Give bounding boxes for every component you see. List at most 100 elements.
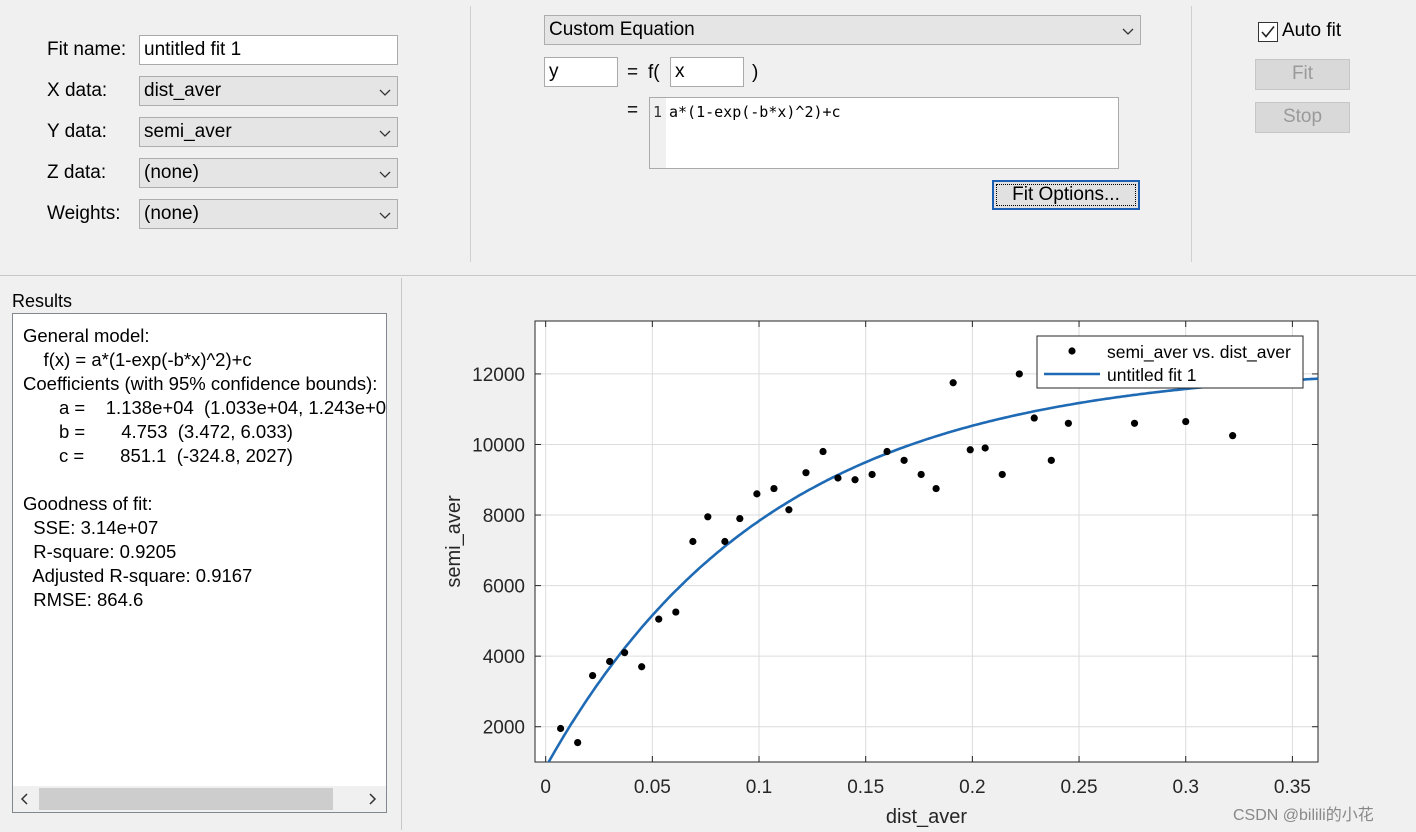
x-tick-label: 0.25: [1061, 777, 1098, 798]
result-line-gof-header: Goodness of fit:: [23, 493, 153, 514]
data-point[interactable]: [1064, 419, 1072, 427]
result-line-rmse: RMSE: 864.6: [23, 589, 144, 610]
equation-type-select[interactable]: Custom Equation: [544, 15, 1141, 45]
data-point[interactable]: [753, 490, 761, 498]
separator-right: [1191, 6, 1192, 262]
fit-button[interactable]: Fit: [1255, 59, 1350, 90]
data-point[interactable]: [785, 506, 793, 514]
chevron-down-icon: [1122, 28, 1134, 35]
x-tick-label: 0.05: [634, 777, 671, 798]
data-point[interactable]: [638, 663, 646, 671]
x-data-value: dist_aver: [144, 80, 222, 101]
result-line-adj-rsquare: Adjusted R-square: 0.9167: [23, 565, 253, 586]
data-point[interactable]: [819, 447, 827, 456]
y-tick-label: 6000: [483, 577, 525, 598]
dependent-variable-input[interactable]: y: [544, 57, 618, 87]
scroll-right-icon[interactable]: [366, 793, 378, 805]
data-point[interactable]: [1130, 419, 1139, 427]
data-point[interactable]: [917, 470, 925, 479]
data-point[interactable]: [966, 446, 974, 454]
data-point[interactable]: [1015, 370, 1023, 378]
y-data-label: Y data:: [47, 121, 107, 142]
watermark: CSDN @bilili的小花: [1233, 807, 1374, 824]
equation-expression[interactable]: a*(1-exp(-b*x)^2)+c: [669, 103, 841, 121]
x-tick-label: 0: [540, 777, 551, 798]
x-tick-label: 0.15: [847, 777, 884, 798]
x-axis-label: dist_aver: [886, 806, 967, 828]
auto-fit-label: Auto fit: [1282, 20, 1342, 41]
data-point[interactable]: [1229, 432, 1237, 440]
result-line-formula: f(x) = a*(1-exp(-b*x)^2)+c: [23, 349, 252, 370]
data-point[interactable]: [689, 537, 697, 546]
result-line-rsquare: R-square: 0.9205: [23, 541, 177, 562]
x-tick-label: 0.35: [1274, 777, 1311, 798]
data-point[interactable]: [589, 671, 597, 680]
data-point[interactable]: [557, 724, 565, 733]
data-point[interactable]: [802, 469, 810, 477]
line-number: 1: [653, 103, 663, 121]
scrollbar-thumb[interactable]: [39, 788, 333, 810]
data-point[interactable]: [932, 484, 940, 493]
legend-marker-points: [1068, 347, 1076, 355]
equation-editor[interactable]: 1 a*(1-exp(-b*x)^2)+c: [649, 97, 1119, 169]
data-point[interactable]: [868, 470, 876, 479]
independent-variable-input[interactable]: x: [670, 57, 744, 87]
data-point[interactable]: [655, 615, 663, 623]
fit-options-button[interactable]: Fit Options...: [992, 180, 1140, 210]
result-line-coefficients-header: Coefficients (with 95% confidence bounds…: [23, 373, 378, 394]
y-tick-label: 12000: [472, 365, 525, 386]
plot-panel: 0 0.05 0.1 0.15 0.2 0.25 0.3 0.35 2000 4000 6000 80…: [403, 278, 1416, 832]
data-point[interactable]: [1182, 417, 1190, 426]
result-line-coef-a: a = 1.138e+04 (1.033e+04, 1.243e+04): [23, 397, 387, 418]
result-line-coef-b: b = 4.753 (3.472, 6.033): [23, 421, 293, 442]
chevron-down-icon: [379, 171, 391, 178]
weights-select[interactable]: (none): [139, 199, 398, 229]
data-point[interactable]: [770, 484, 778, 493]
function-close-label: ): [752, 62, 759, 83]
data-point[interactable]: [981, 444, 989, 452]
x-tick-label: 0.2: [959, 777, 985, 798]
data-point[interactable]: [834, 474, 842, 482]
results-title: Results: [12, 291, 73, 311]
z-data-label: Z data:: [47, 162, 107, 183]
x-tick-label: 0.1: [746, 777, 772, 798]
data-point[interactable]: [998, 470, 1006, 479]
x-data-label: X data:: [47, 80, 108, 101]
y-tick-label: 2000: [483, 718, 525, 739]
results-text[interactable]: General model: f(x) = a*(1-exp(-b*x)^2)+…: [23, 324, 387, 784]
horizontal-scrollbar[interactable]: [13, 786, 386, 812]
y-data-select[interactable]: semi_aver: [139, 117, 398, 147]
y-data-value: semi_aver: [144, 121, 232, 142]
data-point[interactable]: [851, 476, 859, 484]
x-data-select[interactable]: dist_aver: [139, 76, 398, 106]
x-tick-label: 0.3: [1173, 777, 1199, 798]
separator-left: [470, 6, 471, 262]
y-tick-label: 10000: [472, 435, 525, 456]
data-point[interactable]: [672, 608, 680, 616]
scroll-left-icon[interactable]: [19, 793, 31, 805]
data-point[interactable]: [1030, 414, 1038, 422]
data-point[interactable]: [883, 447, 891, 456]
weights-value: (none): [144, 203, 199, 224]
legend-label-points: semi_aver vs. dist_aver: [1107, 342, 1291, 363]
separator-results-plot: [401, 278, 402, 830]
data-point[interactable]: [1047, 456, 1055, 464]
data-point[interactable]: [900, 456, 908, 464]
data-point[interactable]: [949, 379, 957, 387]
data-point[interactable]: [621, 649, 629, 657]
data-point[interactable]: [721, 537, 729, 546]
panel-divider: [0, 275, 1416, 276]
fit-plot[interactable]: 0 0.05 0.1 0.15 0.2 0.25 0.3 0.35 2000 4000 6000 80…: [403, 278, 1416, 832]
data-point[interactable]: [736, 514, 744, 523]
weights-label: Weights:: [47, 203, 121, 224]
stop-button[interactable]: Stop: [1255, 102, 1350, 133]
auto-fit-checkbox[interactable]: Auto fit: [1258, 20, 1358, 44]
z-data-select[interactable]: (none): [139, 158, 398, 188]
chevron-down-icon: [379, 130, 391, 137]
data-point[interactable]: [704, 513, 712, 521]
function-open-label: f(: [648, 62, 660, 83]
result-line-coef-c: c = 851.1 (-324.8, 2027): [23, 445, 293, 466]
fit-name-input[interactable]: untitled fit 1: [139, 35, 398, 65]
data-point[interactable]: [574, 738, 582, 747]
data-point[interactable]: [606, 657, 614, 666]
